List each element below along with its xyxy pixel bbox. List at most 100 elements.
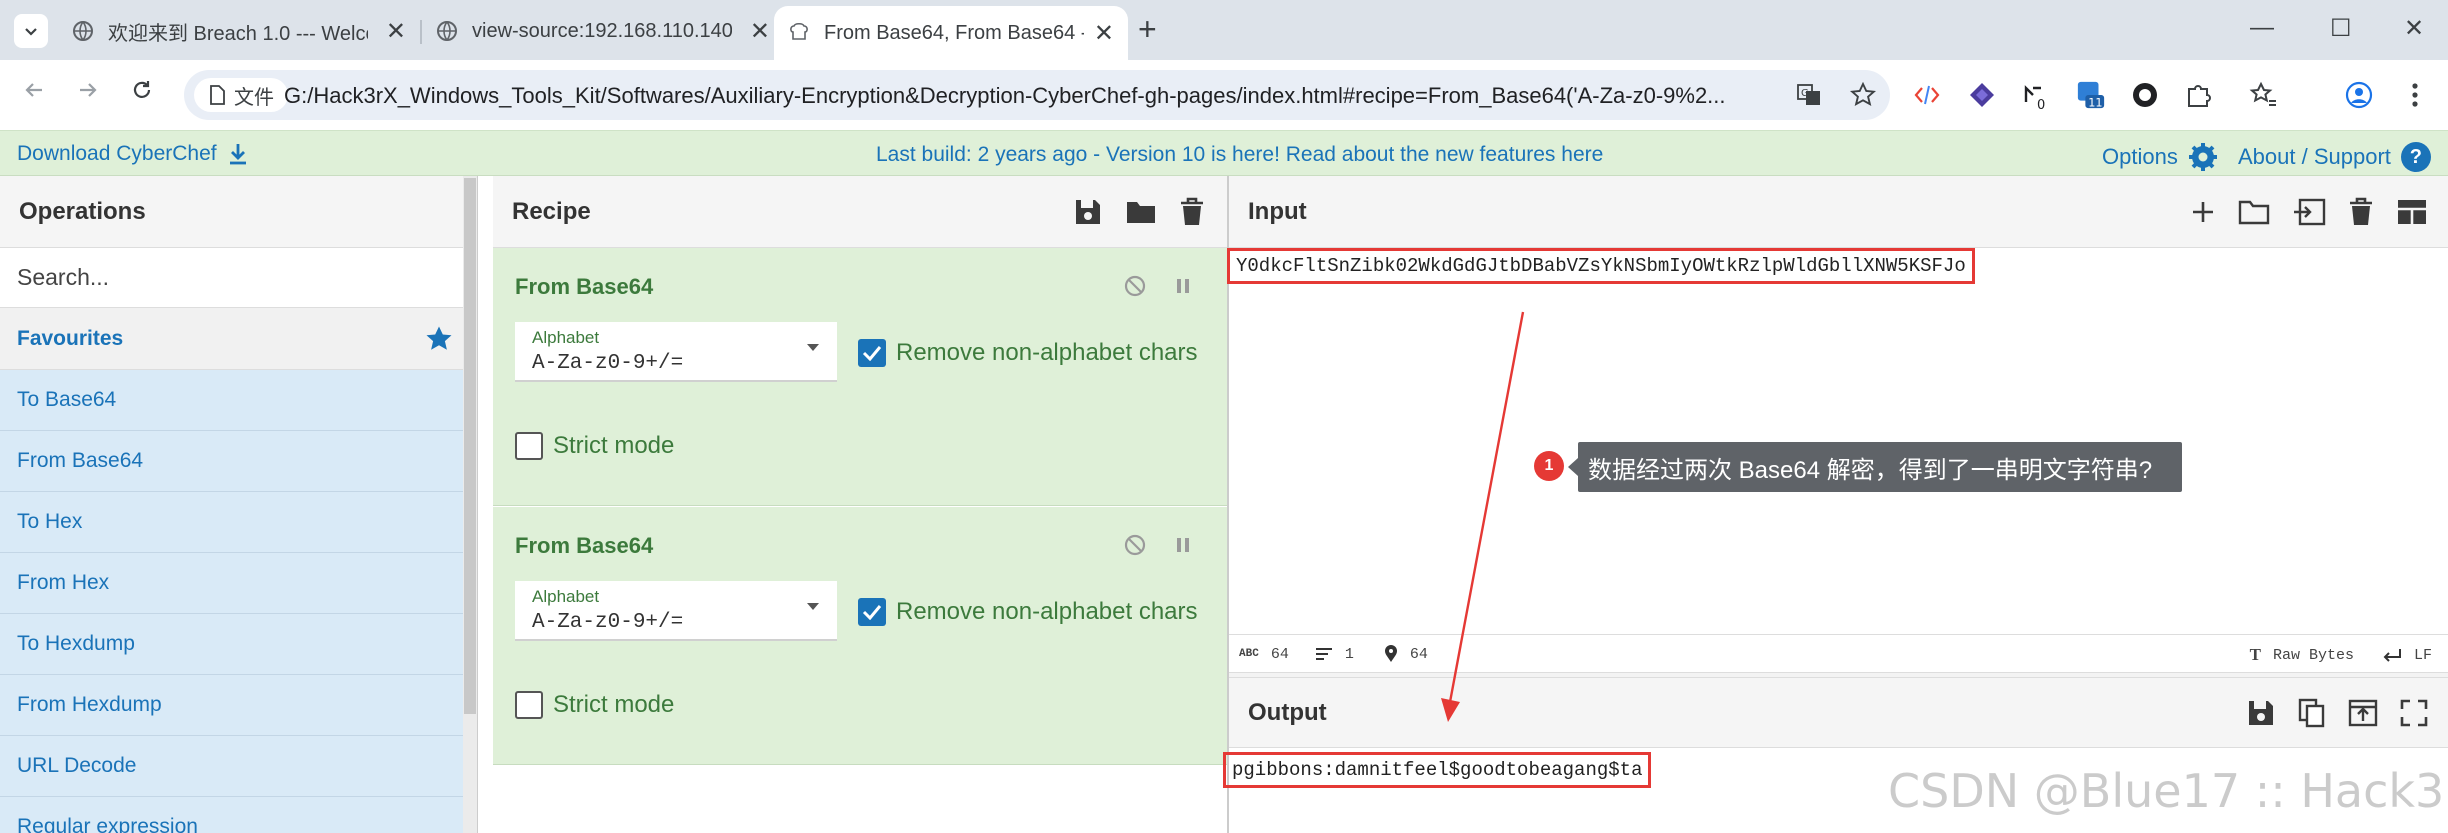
reload-button[interactable] [130, 78, 154, 102]
star-icon[interactable] [1850, 82, 1876, 108]
save-icon[interactable] [1073, 197, 1103, 227]
cyberchef-banner: Download CyberChef Last build: 2 years a… [0, 130, 2448, 176]
save-output-icon[interactable] [2246, 698, 2276, 728]
annotation-callout: 数据经过两次 Base64 解密，得到了一串明文字符串? [1568, 442, 2182, 492]
tab-title: From Base64, From Base64 - [824, 21, 1084, 44]
alphabet-select[interactable]: Alphabet A-Za-z0-9+/= [515, 581, 837, 641]
abc-icon: ABC [1239, 648, 1259, 660]
eol-label[interactable]: LF [2414, 647, 2432, 664]
recipe-header: Recipe [493, 176, 1227, 248]
replace-input-icon[interactable] [2348, 699, 2378, 727]
recipe-title: Recipe [512, 197, 591, 225]
options-button[interactable]: Options [2102, 142, 2218, 172]
address-bar[interactable]: 文件 G:/Hack3rX_Windows_Tools_Kit/Software… [184, 70, 1890, 120]
options-label: Options [2102, 144, 2178, 169]
tab-title: 欢迎来到 Breach 1.0 --- Welco [108, 22, 368, 45]
open-file-icon[interactable] [2292, 198, 2326, 226]
strict-mode-label: Strict mode [553, 691, 675, 718]
close-window-button[interactable]: ✕ [2404, 14, 2424, 43]
folder-icon[interactable] [1125, 198, 1157, 226]
input-value-highlight[interactable]: Y0dkcFltSnZibk02WkdGdGJtbDBabVZsYkNSbmIy… [1227, 248, 1975, 284]
output-value-highlight[interactable]: pgibbons:damnitfeel$goodtobeagang$ta [1223, 752, 1652, 788]
reading-list-icon[interactable] [2248, 80, 2278, 110]
recipe-step-title: From Base64 [515, 533, 654, 558]
copy-icon[interactable] [2298, 698, 2326, 728]
close-tab-icon[interactable]: ✕ [1094, 19, 1114, 48]
close-tab-icon[interactable]: ✕ [386, 17, 406, 46]
open-folder-icon[interactable] [2238, 198, 2270, 226]
download-cyberchef-link[interactable]: Download CyberChef [17, 142, 249, 166]
pause-icon[interactable] [1173, 533, 1193, 557]
favourites-category[interactable]: Favourites [0, 308, 477, 370]
close-tab-icon[interactable]: ✕ [750, 17, 770, 46]
help-icon: ? [2400, 142, 2431, 172]
input-title: Input [1248, 197, 1307, 225]
download-icon [229, 144, 246, 165]
remove-non-alphabet-label: Remove non-alphabet chars [896, 598, 1198, 625]
alphabet-value: A-Za-z0-9+/= [532, 611, 684, 634]
devtools-extension-icon[interactable] [1912, 80, 1942, 110]
more-menu-icon[interactable] [2400, 80, 2430, 110]
proxy-extension-icon[interactable]: 0 [2020, 80, 2050, 110]
operation-item[interactable]: From Base64 [0, 431, 477, 492]
trash-icon[interactable] [1179, 197, 1205, 227]
alphabet-select[interactable]: Alphabet A-Za-z0-9+/= [515, 322, 837, 382]
strict-mode-checkbox[interactable] [515, 432, 543, 460]
tab-search-button[interactable] [14, 14, 48, 48]
operations-scrollbar[interactable] [463, 176, 477, 833]
encoding-label[interactable]: Raw Bytes [2273, 647, 2354, 664]
alphabet-value: A-Za-z0-9+/= [532, 352, 684, 375]
new-tab-button[interactable]: + [1138, 12, 1157, 46]
recipe-step[interactable]: From Base64 Alphabet A-Za-z0-9+/= Remove… [493, 507, 1227, 765]
maximize-button[interactable]: ☐ [2330, 14, 2352, 43]
record-extension-icon[interactable] [2130, 80, 2160, 110]
remove-non-alphabet-checkbox[interactable] [858, 598, 886, 626]
about-support-button[interactable]: About / Support ? [2238, 142, 2431, 172]
operation-item[interactable]: Regular expression [0, 797, 477, 833]
tab-title: view-source:192.168.110.140 [472, 19, 732, 42]
operation-item[interactable]: URL Decode [0, 736, 477, 797]
output-header: Output [1229, 678, 2448, 748]
build-notice-link[interactable]: Last build: 2 years ago - Version 10 is … [876, 143, 1603, 167]
operation-item[interactable]: To Hex [0, 492, 477, 553]
operation-item[interactable]: From Hex [0, 553, 477, 614]
remove-non-alphabet-checkbox[interactable] [858, 339, 886, 367]
pause-icon[interactable] [1173, 274, 1193, 298]
arrow-left-icon [25, 83, 42, 97]
disable-icon[interactable] [1123, 274, 1147, 298]
operations-search-input[interactable]: Search... [0, 248, 477, 308]
wappalyzer-extension-icon[interactable] [1967, 80, 1997, 110]
tab-cyberchef[interactable]: From Base64, From Base64 - ✕ [774, 6, 1128, 60]
download-label: Download CyberChef [17, 142, 217, 165]
star-icon[interactable] [425, 325, 453, 353]
operation-item[interactable]: To Hexdump [0, 614, 477, 675]
operation-item[interactable]: To Base64 [0, 370, 477, 431]
forward-button[interactable] [76, 78, 100, 102]
recipe-step-title: From Base64 [515, 274, 654, 299]
tab-breach[interactable]: 欢迎来到 Breach 1.0 --- Welco ✕ [58, 8, 420, 54]
watermark-text: CSDN @Blue17 :: Hack3rX [1888, 764, 2448, 818]
hackbar-extension-icon[interactable]: 11 [2076, 80, 2106, 110]
puzzle-extensions-icon[interactable] [2184, 80, 2214, 110]
url-text[interactable]: G:/Hack3rX_Windows_Tools_Kit/Softwares/A… [284, 83, 1824, 109]
tab-view-source[interactable]: view-source:192.168.110.140 ✕ [422, 8, 784, 54]
strict-mode-checkbox[interactable] [515, 691, 543, 719]
back-button[interactable] [22, 78, 46, 102]
translate-icon[interactable]: G [1796, 82, 1822, 108]
maximise-icon[interactable] [2400, 699, 2428, 727]
input-textarea[interactable]: Y0dkcFltSnZibk02WkdGdGJtbDBabVZsYkNSbmIy… [1227, 248, 2448, 568]
layout-icon[interactable] [2396, 198, 2428, 226]
operations-title: Operations [0, 176, 477, 248]
disable-icon[interactable] [1123, 533, 1147, 557]
minimize-button[interactable]: — [2250, 14, 2274, 42]
lines-icon [1315, 648, 1332, 660]
scrollbar-thumb[interactable] [464, 178, 476, 714]
clear-input-icon[interactable] [2348, 197, 2374, 227]
site-info-chip[interactable]: 文件 [194, 78, 288, 112]
ext-badge-b: 11 [2088, 96, 2102, 109]
profile-avatar-icon[interactable] [2344, 80, 2374, 110]
operation-item[interactable]: From Hexdump [0, 675, 477, 736]
add-tab-icon[interactable] [2190, 199, 2216, 225]
alphabet-label: Alphabet [532, 328, 600, 347]
recipe-step[interactable]: From Base64 Alphabet A-Za-z0-9+/= Remove… [493, 248, 1227, 506]
